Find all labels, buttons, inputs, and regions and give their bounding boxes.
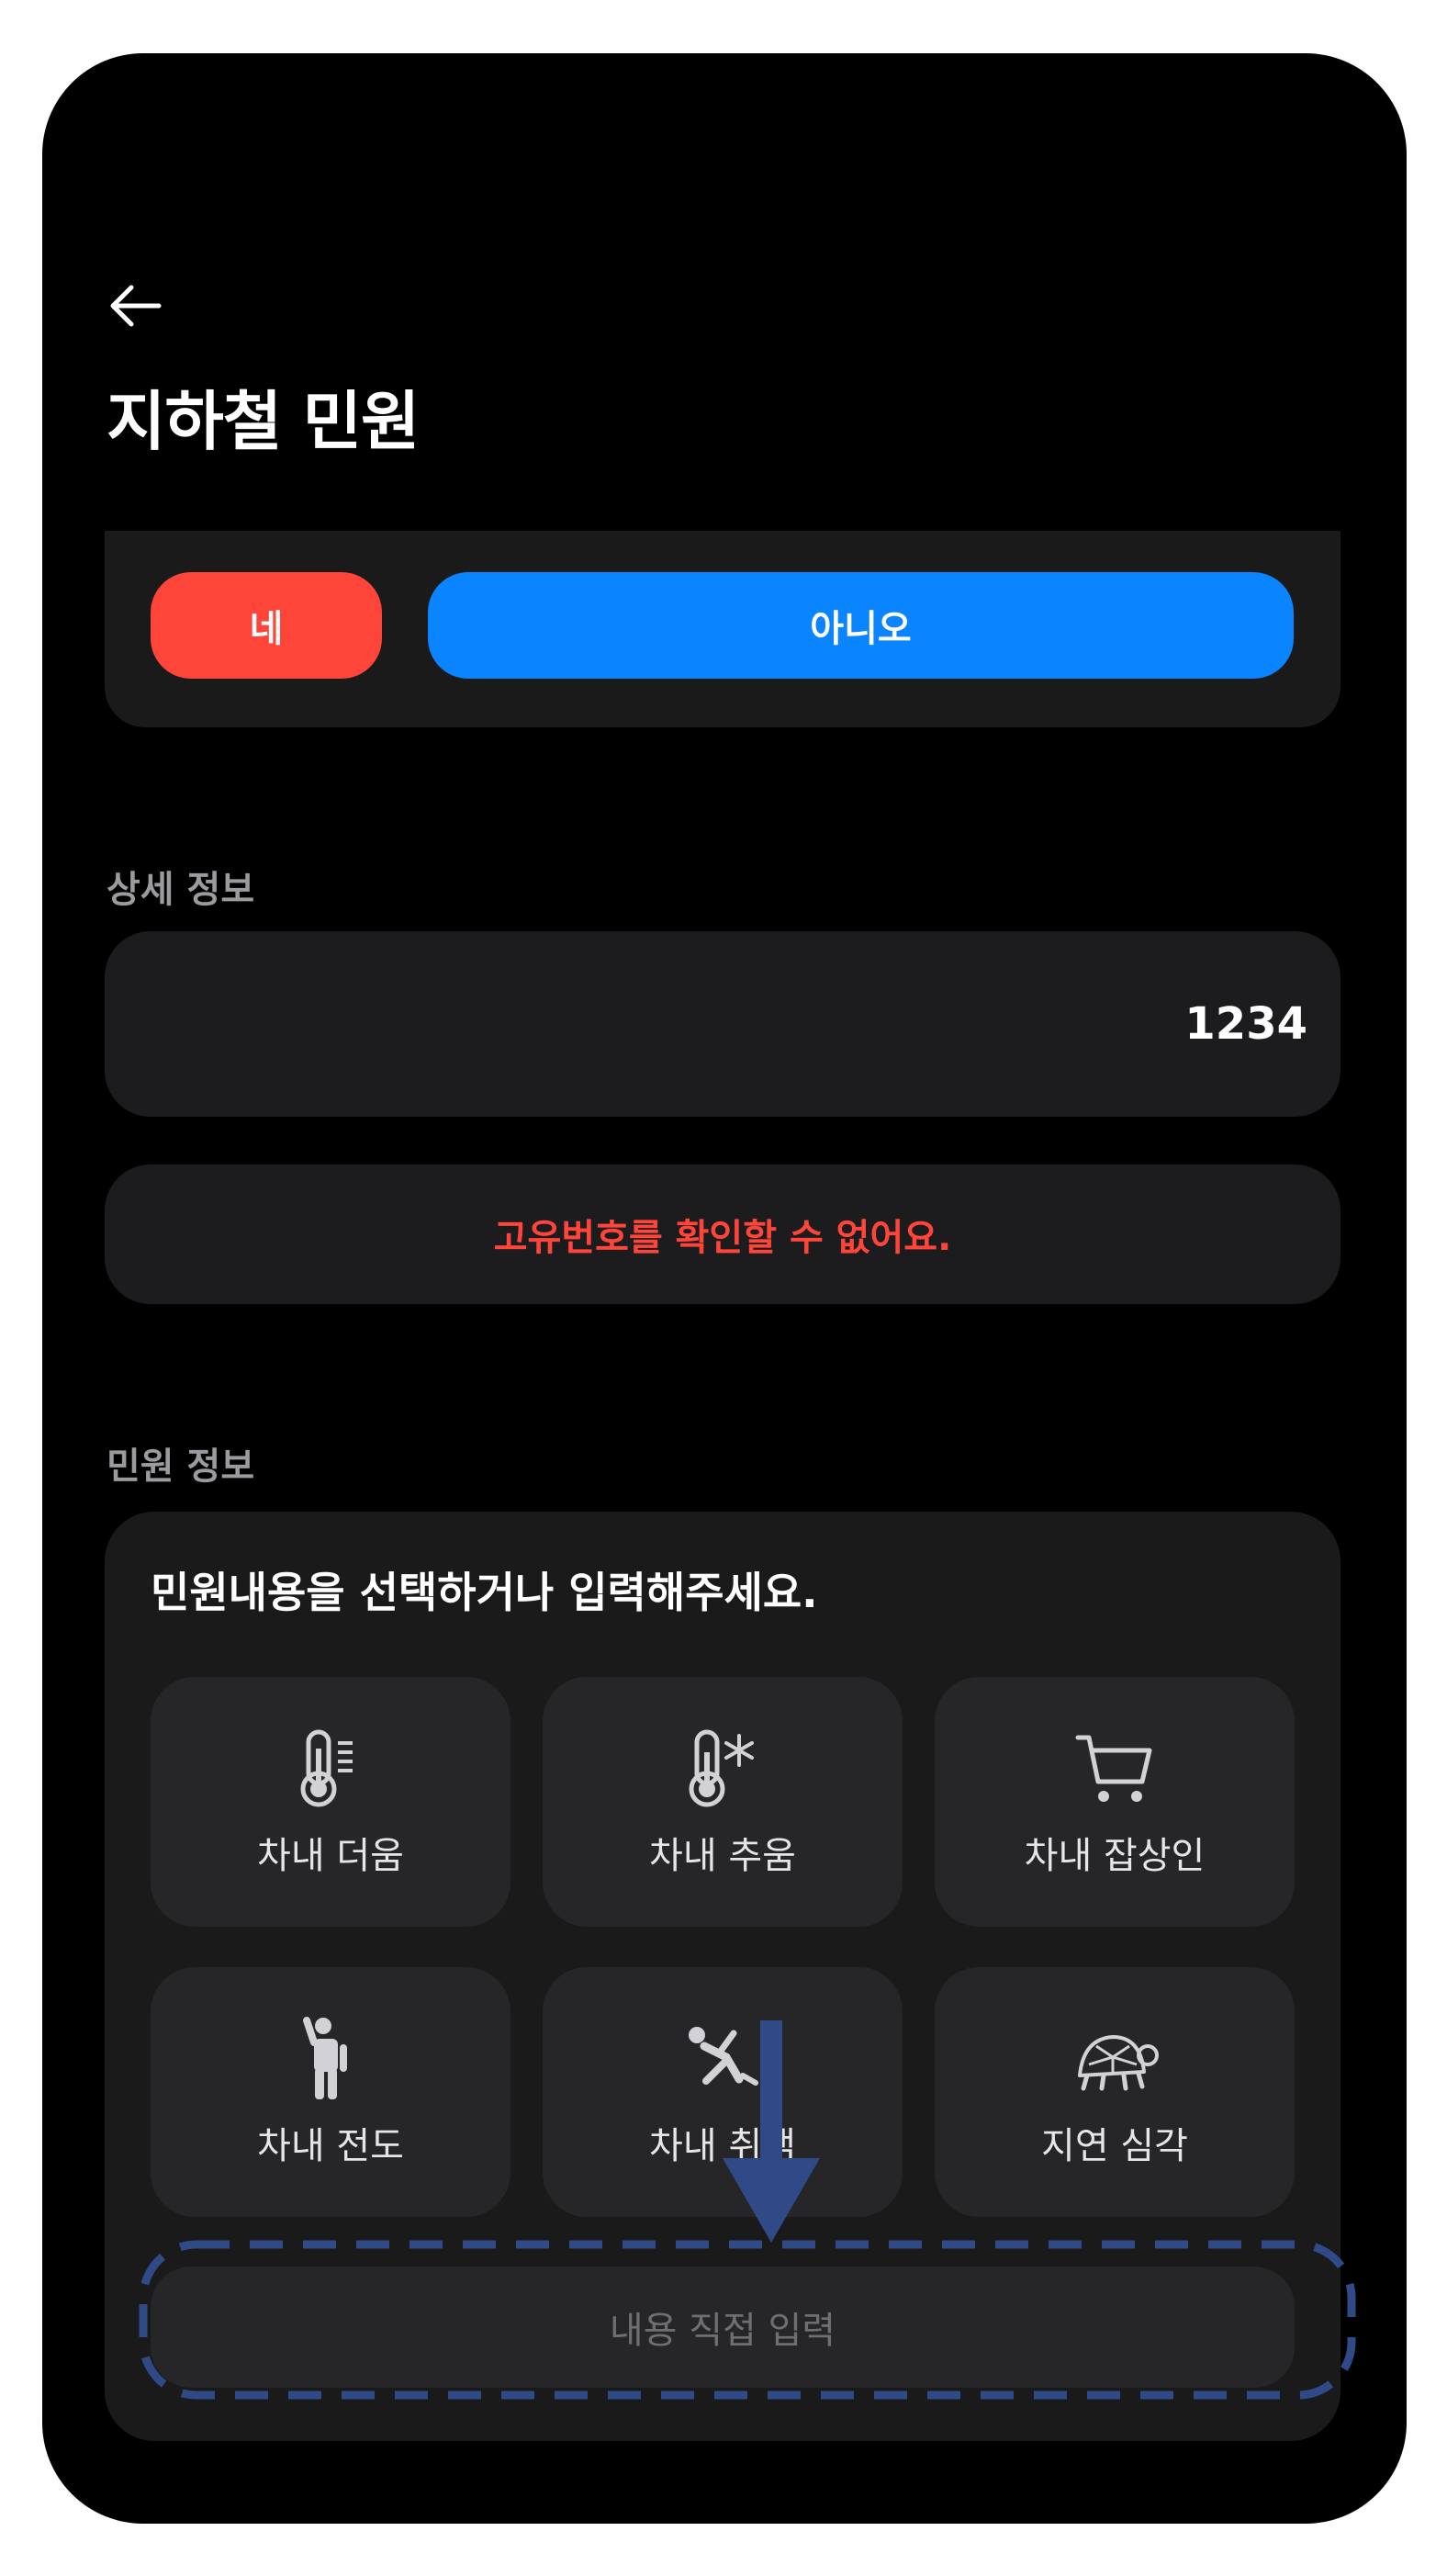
yes-button[interactable]: 네 xyxy=(151,572,382,679)
error-message: 고유번호를 확인할 수 없어요. xyxy=(493,1217,952,1259)
shopping-cart-icon xyxy=(1071,1725,1159,1813)
thermometer-cold-icon xyxy=(679,1725,767,1813)
error-message-box: 고유번호를 확인할 수 없어요. xyxy=(105,1164,1340,1304)
option-label: 지연 심각 xyxy=(1041,2125,1188,2167)
complaint-prompt: 민원내용을 선택하거나 입력해주세요. xyxy=(151,1568,818,1617)
phone-screen: 지하철 민원 네 아니오 상세 정보 1234 고유번호를 확인할 수 없어요.… xyxy=(42,53,1407,2524)
option-label: 차내 전도 xyxy=(257,2125,404,2167)
complaint-card: 민원내용을 선택하거나 입력해주세요. 차내 더움 차내 추움 차내 잡상인 차… xyxy=(105,1512,1340,2441)
option-label: 차내 취객 xyxy=(649,2125,796,2167)
option-delay[interactable]: 지연 심각 xyxy=(935,1967,1295,2217)
option-label: 차내 더움 xyxy=(257,1835,404,1877)
option-vendor[interactable]: 차내 잡상인 xyxy=(935,1677,1295,1927)
detail-number-field[interactable]: 1234 xyxy=(105,931,1340,1117)
person-standing-icon xyxy=(286,2015,375,2103)
complaint-section-label: 민원 정보 xyxy=(107,1445,255,1488)
option-hot[interactable]: 차내 더움 xyxy=(151,1677,510,1927)
turtle-icon xyxy=(1071,2015,1159,2103)
option-label: 차내 잡상인 xyxy=(1024,1835,1206,1877)
direct-input-placeholder: 내용 직접 입력 xyxy=(609,2310,836,2352)
option-drunk[interactable]: 차내 취객 xyxy=(543,1967,903,2217)
no-button[interactable]: 아니오 xyxy=(428,572,1294,679)
thermometer-hot-icon xyxy=(286,1725,375,1813)
option-cold[interactable]: 차내 추움 xyxy=(543,1677,903,1927)
option-label: 차내 추움 xyxy=(649,1835,796,1877)
detail-section-label: 상세 정보 xyxy=(107,869,255,911)
direct-input-field[interactable]: 내용 직접 입력 xyxy=(151,2267,1295,2388)
option-fall[interactable]: 차내 전도 xyxy=(151,1967,510,2217)
page-title: 지하철 민원 xyxy=(107,384,420,459)
detail-number-value: 1234 xyxy=(1184,998,1307,1050)
person-falling-icon xyxy=(679,2015,767,2103)
back-button[interactable] xyxy=(103,274,167,338)
arrow-left-icon xyxy=(110,285,162,327)
confirm-card: 네 아니오 xyxy=(105,531,1340,727)
